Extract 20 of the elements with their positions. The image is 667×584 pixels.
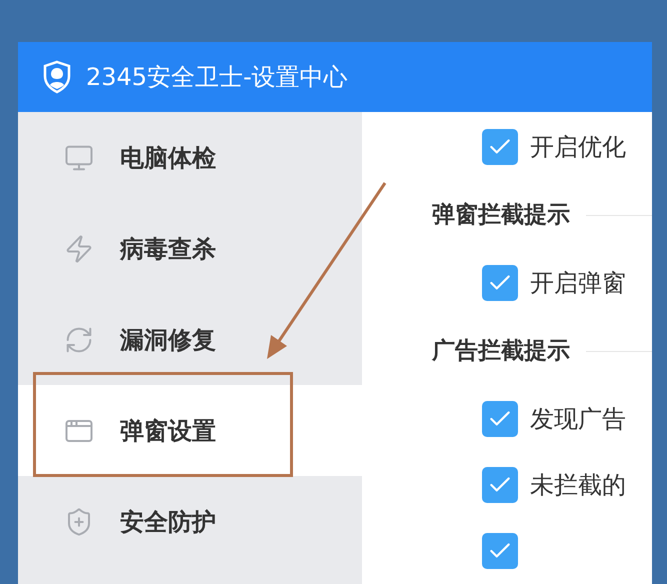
- sidebar-label: 弹窗设置: [120, 416, 216, 446]
- checkbox-label: 未拦截的: [530, 470, 626, 501]
- checkbox[interactable]: [482, 129, 518, 165]
- checkbox[interactable]: [482, 401, 518, 437]
- sidebar-item[interactable]: 弹窗设置: [18, 385, 362, 476]
- checkbox-label: 开启优化: [530, 132, 626, 163]
- lightning-icon: [64, 234, 94, 264]
- checkbox-label: 发现广告: [530, 404, 626, 435]
- sidebar-label: 漏洞修复: [120, 324, 216, 356]
- window-title: 2345安全卫士-设置中心: [86, 62, 348, 93]
- sidebar-label: 电脑体检: [120, 142, 216, 174]
- shield-icon: [42, 60, 72, 94]
- checkbox[interactable]: [482, 533, 518, 569]
- sidebar-label: 病毒查杀: [120, 234, 216, 264]
- checkbox[interactable]: [482, 467, 518, 503]
- checkbox-label: 开启弹窗: [530, 268, 626, 299]
- checkbox[interactable]: [482, 265, 518, 301]
- sidebar-label: 安全防护: [120, 506, 216, 538]
- section-heading: 弹窗拦截提示: [432, 200, 570, 230]
- section-heading: 广告拦截提示: [432, 336, 570, 366]
